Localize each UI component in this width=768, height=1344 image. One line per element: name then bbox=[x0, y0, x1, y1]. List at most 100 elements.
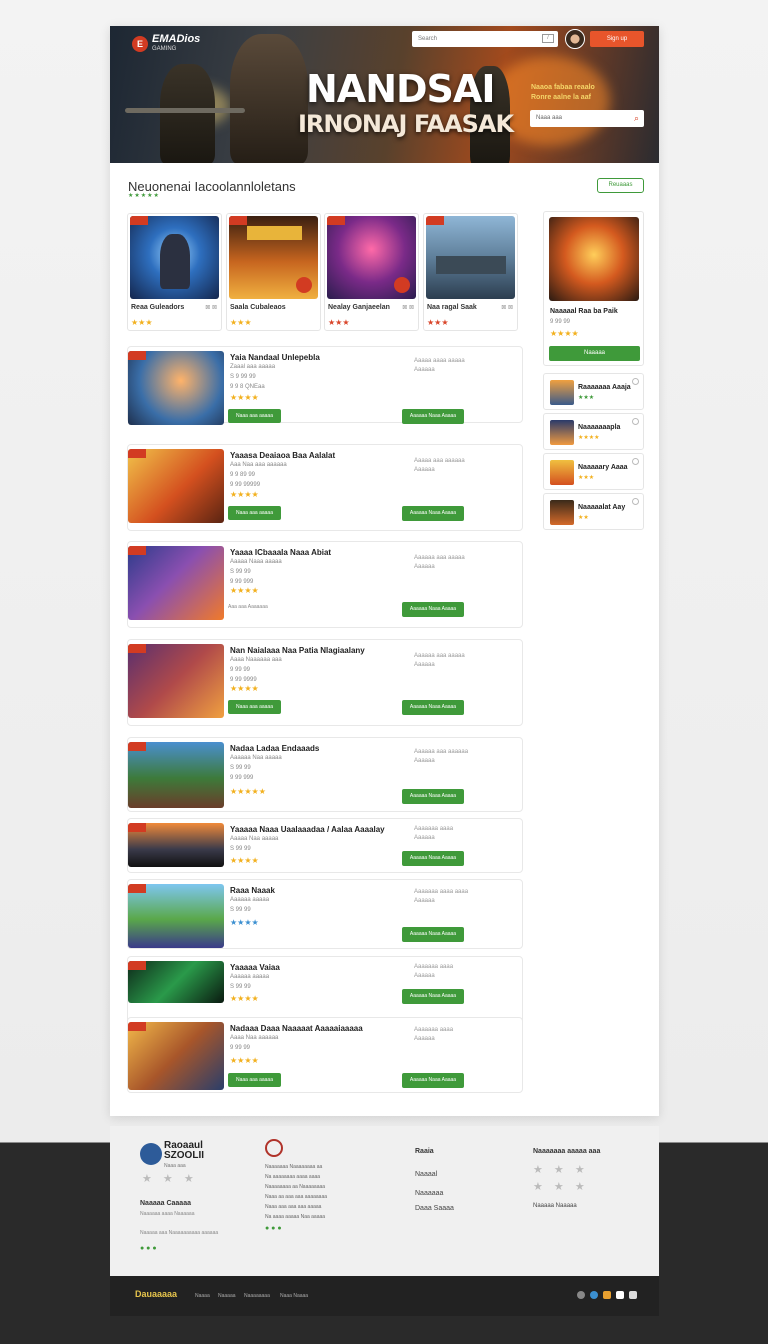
game-thumbnail bbox=[128, 961, 224, 1003]
get-button[interactable]: Aaaaaa Naaa Aaaaa bbox=[402, 602, 464, 617]
sidebar-game-item[interactable]: Naaaaaaapla ★★★★ bbox=[543, 413, 644, 450]
rating-stars: ★★★★ bbox=[550, 329, 579, 338]
bottom-link[interactable]: Naaaa bbox=[195, 1293, 210, 1299]
section-stars: ★★★★★ bbox=[128, 193, 160, 199]
list-item[interactable]: Raaa Naaak Aaaaaa aaaaa S 99 99 ★★★★ Aaa… bbox=[127, 879, 523, 949]
bottom-bar: Dauaaaaa Naaaa Naaaaa Naaaaaaaa Naaa Naa… bbox=[110, 1276, 659, 1316]
footer-link[interactable]: Naaaaaa bbox=[415, 1188, 454, 1199]
signup-button[interactable]: Sign up bbox=[590, 31, 644, 47]
list-item[interactable]: Yaaaaa Naaa Uaalaaadaa / Aalaa Aaaalay A… bbox=[127, 818, 523, 873]
bottom-logo[interactable]: Dauaaaaa bbox=[135, 1289, 177, 1299]
details-button[interactable]: Naaa aaa aaaaa bbox=[228, 1073, 281, 1087]
close-icon[interactable] bbox=[632, 458, 639, 465]
game-card[interactable]: Naa ragal Saak ⊠ ⊠ ★★★ bbox=[423, 213, 518, 331]
list-item[interactable]: Yaaasa Deaiaoa Baa Aalalat Aaa Naa aaa a… bbox=[127, 444, 523, 531]
twitter-icon[interactable] bbox=[590, 1291, 598, 1299]
share-icon[interactable] bbox=[629, 1291, 637, 1299]
footer-badge-icon bbox=[265, 1139, 283, 1157]
get-button[interactable]: Aaaaaa Naaa Aaaaa bbox=[402, 700, 464, 715]
game-thumbnail bbox=[550, 380, 574, 405]
search-icon[interactable]: ⌕ bbox=[634, 113, 639, 124]
social-icon[interactable] bbox=[577, 1291, 585, 1299]
game-thumbnail bbox=[327, 216, 416, 299]
get-button[interactable]: Aaaaaa Naaa Aaaaa bbox=[402, 409, 464, 424]
game-thumbnail bbox=[128, 823, 224, 867]
bottom-link[interactable]: Naaa Naaaa bbox=[280, 1293, 308, 1299]
footer-social-icons[interactable]: ● ● ● bbox=[140, 1243, 218, 1254]
game-card[interactable]: Saala Cubaleaos ★★★ bbox=[226, 213, 321, 331]
rating-stars: ★★★ bbox=[131, 318, 153, 327]
bottom-link[interactable]: Naaaaa bbox=[218, 1293, 236, 1299]
get-button[interactable]: Aaaaaa Naaa Aaaaa bbox=[402, 789, 464, 804]
rating-stars: ★★★★ bbox=[230, 918, 259, 927]
rating-stars: ★★★★ bbox=[230, 490, 259, 499]
facebook-icon[interactable] bbox=[616, 1291, 624, 1299]
game-thumbnail bbox=[550, 500, 574, 525]
close-icon[interactable] bbox=[632, 498, 639, 505]
footer-logo-icon[interactable] bbox=[140, 1143, 162, 1165]
details-button[interactable]: Naaa aaa aaaaa bbox=[228, 506, 281, 520]
game-thumbnail bbox=[128, 644, 224, 718]
hero-banner: E EMADios GAMING Search / Sign up NANDSA… bbox=[110, 26, 659, 163]
close-icon[interactable] bbox=[632, 418, 639, 425]
close-icon[interactable] bbox=[632, 378, 639, 385]
rating-stars: ★★★ bbox=[328, 318, 350, 327]
game-thumbnail bbox=[130, 216, 219, 299]
list-item[interactable]: Nadaaa Daaa Naaaaat Aaaaaiaaaaa Aaaa Naa… bbox=[127, 1017, 523, 1093]
game-thumbnail bbox=[128, 742, 224, 808]
game-thumbnail bbox=[128, 1022, 224, 1090]
user-avatar[interactable] bbox=[565, 29, 585, 49]
sidebar-game-item[interactable]: Naaaaalat Aay ★★ bbox=[543, 493, 644, 530]
rating-stars: ★★★★ bbox=[230, 393, 259, 402]
sidebar-game-item[interactable]: Naaaaary Aaaa ★★★ bbox=[543, 453, 644, 490]
rss-icon[interactable] bbox=[603, 1291, 611, 1299]
rating-stars: ★★★★ bbox=[230, 684, 259, 693]
rating-stars: ★★★★ bbox=[230, 994, 259, 1003]
footer-social-stars[interactable]: ★ ★ ★ bbox=[142, 1174, 198, 1185]
top-search-input[interactable]: Search / bbox=[412, 31, 558, 47]
featured-play-button[interactable]: Naaaaa bbox=[549, 346, 640, 361]
sidebar-game-item[interactable]: Raaaaaaa Aaaja ★★★ bbox=[543, 373, 644, 410]
game-thumbnail bbox=[229, 216, 318, 299]
footer-link[interactable]: Daaa Saaaa bbox=[415, 1203, 454, 1214]
hero-search-input[interactable]: Naaa aaa ⌕ bbox=[530, 110, 644, 127]
site-logo[interactable]: E EMADios GAMING bbox=[132, 34, 200, 54]
list-item[interactable]: Nan Naialaaa Naa Patia Nlagiaalany Aaaa … bbox=[127, 639, 523, 726]
get-button[interactable]: Aaaaaa Naaa Aaaaa bbox=[402, 927, 464, 942]
details-button[interactable]: Naaa aaa aaaaa bbox=[228, 409, 281, 423]
featured-game-card[interactable]: Naaaaal Raa ba Paik 9 99 99 ★★★★ Naaaaa bbox=[543, 211, 644, 366]
list-item[interactable]: Nadaa Ladaa Endaaads Aaaaaa Naa aaaaa S … bbox=[127, 737, 523, 812]
get-button[interactable]: Aaaaaa Naaa Aaaaa bbox=[402, 1073, 464, 1088]
logo-sub: GAMING bbox=[152, 46, 177, 52]
details-link[interactable]: Aaa aaa Aaaaaaa bbox=[228, 600, 281, 614]
footer-link[interactable]: Naaaaa Naaaaa bbox=[533, 1201, 600, 1212]
hero-title: NANDSAI bbox=[306, 67, 495, 111]
get-button[interactable]: Aaaaaa Naaa Aaaaa bbox=[402, 989, 464, 1004]
shortcut-key: / bbox=[542, 34, 554, 43]
game-thumbnail bbox=[128, 884, 224, 948]
page-container: E EMADios GAMING Search / Sign up NANDSA… bbox=[110, 26, 659, 1116]
game-card[interactable]: Reaa Guleadors ⊠ ⊠ ★★★ bbox=[127, 213, 222, 331]
details-button[interactable]: Naaa aaa aaaaa bbox=[228, 700, 281, 714]
view-all-button[interactable]: Reuaaas bbox=[597, 178, 644, 193]
game-thumbnail bbox=[549, 217, 639, 301]
bottom-link[interactable]: Naaaaaaaa bbox=[244, 1293, 270, 1299]
footer-link[interactable]: Naaaal bbox=[415, 1169, 454, 1180]
get-button[interactable]: Aaaaaa Naaa Aaaaa bbox=[402, 851, 464, 866]
game-thumbnail bbox=[550, 460, 574, 485]
list-item[interactable]: Yaaaa ICbaaala Naaa Abiat Aaaaa Naaa aaa… bbox=[127, 541, 523, 628]
get-button[interactable]: Aaaaaa Naaa Aaaaa bbox=[402, 506, 464, 521]
game-thumbnail bbox=[128, 449, 224, 523]
footer-share-icons[interactable]: ● ● ● bbox=[265, 1224, 327, 1234]
game-thumbnail bbox=[128, 351, 224, 425]
game-thumbnail bbox=[550, 420, 574, 445]
game-card[interactable]: Nealay Ganjaeelan ⊠ ⊠ ★★★ bbox=[324, 213, 419, 331]
footer: Raoaaul SZOOLII Naaa aaa ★ ★ ★ Naaaaa Ca… bbox=[110, 1126, 659, 1276]
rating-stars: ★★★★ bbox=[230, 856, 259, 865]
rating-stars: ★★★★ bbox=[230, 586, 259, 595]
rating-stars: ★★★ bbox=[230, 318, 252, 327]
hero-subtitle: IRNONAJ FAASAK bbox=[298, 110, 514, 138]
footer-brand: Raoaaul SZOOLII Naaa aaa bbox=[164, 1140, 204, 1170]
game-thumbnail bbox=[426, 216, 515, 299]
list-item[interactable]: Yaia Nandaal Unlepebla Zaaal aaa aaaaa S… bbox=[127, 346, 523, 425]
